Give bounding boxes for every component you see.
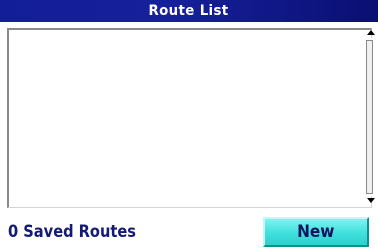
new-route-button[interactable]: New (263, 217, 369, 247)
new-button-label: New (297, 222, 335, 242)
title-bar: Route List (0, 0, 378, 22)
route-list[interactable] (7, 28, 372, 208)
window-title: Route List (148, 3, 230, 19)
saved-routes-count: 0 Saved Routes (8, 222, 136, 242)
scroll-down-arrow-icon[interactable] (367, 198, 375, 203)
scrollbar[interactable] (366, 38, 373, 196)
scrollbar-thumb[interactable] (366, 40, 373, 194)
scroll-up-arrow-icon[interactable] (367, 30, 375, 35)
